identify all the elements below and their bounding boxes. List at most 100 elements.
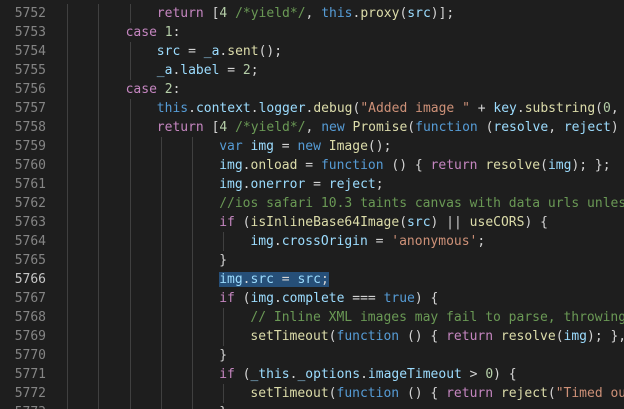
code-token: _a (156, 63, 173, 78)
code-line[interactable]: 5765} (0, 251, 624, 270)
line-number: 5765 (14, 253, 46, 268)
indent-guide (160, 403, 162, 409)
code-line[interactable]: 5773} (0, 403, 624, 409)
line-number: 5760 (14, 158, 46, 173)
code-token: () { (391, 158, 431, 173)
indent-guide (98, 308, 100, 327)
code-text: setTimeout(function () { return resolve(… (250, 327, 624, 346)
code-token: = (219, 63, 243, 78)
code-line[interactable]: 5755 _a.label = 2; (0, 61, 624, 80)
code-text: setTimeout(function () { return reject("… (250, 384, 624, 403)
code-token: Promise (352, 120, 408, 135)
code-token: isInlineBase64Image (250, 215, 400, 230)
code-token: = (273, 272, 298, 287)
code-token: ( (595, 101, 603, 116)
code-line[interactable]: 5764 img.crossOrigin = 'anonymous'; (0, 232, 624, 251)
code-line[interactable]: 5754 src = _a.sent(); (0, 42, 624, 61)
code-token: (); (367, 139, 392, 154)
code-line[interactable]: 5763 if (isInlineBase64Image(src) || useC… (0, 213, 624, 232)
code-text: _a.label = 2; (157, 61, 259, 80)
code-token: key (493, 101, 517, 116)
line-number: 5769 (14, 329, 46, 344)
code-line[interactable]: 5752 return [4 /*yield*/, this.proxy(src)… (0, 4, 624, 23)
indent-guide (129, 213, 131, 232)
code-token: > (461, 367, 486, 382)
code-line[interactable]: 5770} (0, 346, 624, 365)
code-text: } (219, 403, 227, 409)
code-token: // Inline XML images may fail to parse, … (250, 310, 624, 325)
indent-guide (67, 194, 69, 213)
indent-guide (67, 403, 69, 409)
code-token: ( (242, 367, 251, 382)
indent-guide (67, 99, 69, 118)
code-line[interactable]: 5768 // Inline XML images may fail to par… (0, 308, 624, 327)
code-token: ) { (414, 291, 439, 306)
code-token: , (305, 6, 322, 21)
code-token: img (219, 158, 243, 173)
indent-guide (67, 137, 69, 156)
code-line[interactable]: 5759 var img = new Image(); (0, 137, 624, 156)
code-token: img (219, 272, 243, 287)
code-line[interactable]: 5766 img.src = src; (0, 270, 624, 289)
code-line[interactable]: 5753 case 1: (0, 23, 624, 42)
code-token: true (383, 291, 415, 306)
indent-guide (129, 118, 131, 137)
line-number: 5759 (14, 139, 46, 154)
code-token: _this (250, 367, 290, 382)
code-token: . (250, 101, 259, 116)
code-token: debug (313, 101, 353, 116)
code-line[interactable]: 5761 img.onerror = reject; (0, 175, 624, 194)
code-token: setTimeout (250, 329, 329, 344)
indent-guide (98, 80, 100, 99)
code-token: . (360, 367, 368, 382)
code-token: return (156, 6, 212, 21)
code-line[interactable]: 5772 setTimeout(function () { return reje… (0, 384, 624, 403)
code-text: src = _a.sent(); (157, 42, 282, 61)
indent-guide (67, 251, 69, 270)
code-line[interactable]: 5771 if (_this._options.imageTimeout > 0)… (0, 365, 624, 384)
code-token: ( (242, 291, 251, 306)
code-line[interactable]: 5767 if (img.complete === true) { (0, 289, 624, 308)
indent-guide (98, 137, 100, 156)
line-number: 5755 (14, 63, 46, 78)
line-number: 5764 (14, 234, 46, 249)
code-line[interactable]: 5758 return [4 /*yield*/, new Promise(fun… (0, 118, 624, 137)
code-line[interactable]: 5756 case 2: (0, 80, 624, 99)
code-token: _a (203, 44, 220, 59)
indent-guide (98, 213, 100, 232)
code-token: . (242, 272, 251, 287)
code-line[interactable]: 5762 //ios safari 10.3 taints canvas with… (0, 194, 624, 213)
code-text: return [4 /*yield*/, new Promise(functio… (157, 118, 624, 137)
line-number: 5761 (14, 177, 46, 192)
code-text: return [4 /*yield*/, this.proxy(src)]; (157, 4, 454, 23)
code-token: = (180, 44, 204, 59)
code-text: img.onload = function () { return resolv… (219, 156, 610, 175)
indent-guide (67, 4, 69, 23)
code-token: , (305, 120, 322, 135)
indent-guide (160, 346, 162, 365)
indent-guide (160, 232, 162, 251)
code-editor[interactable]: 5752 return [4 /*yield*/, this.proxy(src)… (0, 0, 624, 409)
code-text: case 1: (126, 23, 181, 42)
indent-guide (192, 270, 193, 289)
code-token: ; (477, 234, 486, 249)
code-text: this.context.logger.debug("Added image "… (157, 99, 624, 118)
code-line[interactable]: 5769 setTimeout(function () { return reso… (0, 327, 624, 346)
indent-guide (67, 80, 69, 99)
code-token: )]; (430, 6, 455, 21)
code-token: 2 (242, 63, 251, 78)
line-number: 5772 (14, 386, 46, 401)
indent-guide (98, 365, 100, 384)
code-token: resolve (500, 329, 556, 344)
indent-guide (67, 232, 69, 251)
code-line[interactable]: 5760 img.onload = function () { return re… (0, 156, 624, 175)
indent-guide (129, 289, 131, 308)
code-token: ) || (430, 215, 470, 230)
code-token: 0 (485, 367, 494, 382)
code-token: } (219, 405, 227, 409)
indent-guide (129, 403, 131, 409)
indent-guide (98, 99, 100, 118)
line-number: 5758 (14, 120, 46, 135)
code-line[interactable]: 5757 this.context.logger.debug("Added ima… (0, 99, 624, 118)
